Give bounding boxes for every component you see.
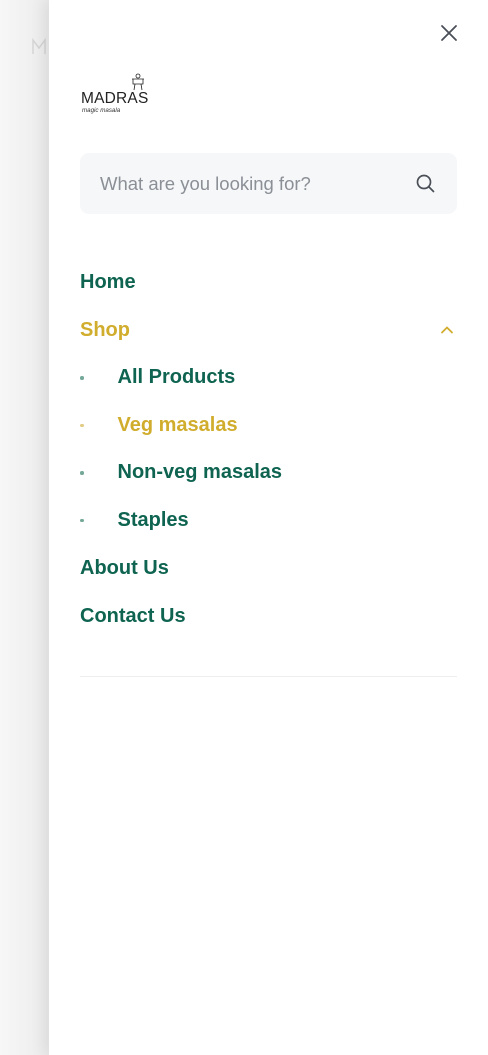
nav-item-contact[interactable]: Contact Us — [80, 592, 457, 640]
submenu-item-non-veg-masalas[interactable]: Non-veg masalas — [80, 449, 457, 497]
nav-item-label: Home — [80, 270, 136, 293]
mobile-menu-drawer: MADRAS magic masala Home Shop All Produc… — [49, 0, 488, 1055]
submenu-item-veg-masalas[interactable]: Veg masalas — [80, 402, 457, 450]
chevron-up-icon[interactable] — [439, 322, 455, 338]
svg-text:magic masala: magic masala — [82, 107, 121, 114]
background-logo — [32, 37, 46, 54]
submenu-item-label: Staples — [117, 508, 189, 531]
nav-item-shop[interactable]: Shop — [80, 306, 457, 354]
search-input[interactable] — [100, 153, 400, 214]
svg-text:MADRAS: MADRAS — [81, 90, 149, 107]
nav-item-label: Shop — [80, 318, 130, 341]
menu-divider — [80, 676, 457, 677]
submenu-item-label: All Products — [117, 366, 236, 389]
search-icon[interactable] — [415, 173, 436, 194]
submenu-item-all-products[interactable]: All Products — [80, 354, 457, 402]
submenu-item-staples[interactable]: Staples — [80, 497, 457, 545]
main-navigation: Home Shop All Products Veg masalas Non-v… — [80, 258, 457, 640]
nav-item-label: About Us — [80, 556, 169, 579]
search-bar — [80, 153, 457, 214]
bullet-dot — [80, 376, 84, 380]
submenu-item-label: Veg masalas — [117, 413, 238, 436]
nav-item-home[interactable]: Home — [80, 258, 457, 306]
close-icon[interactable] — [437, 21, 461, 45]
nav-item-label: Contact Us — [80, 604, 186, 627]
bullet-dot — [80, 471, 84, 475]
page-backdrop[interactable] — [0, 0, 49, 1055]
bullet-dot — [80, 423, 84, 427]
brand-logo[interactable]: MADRAS magic masala — [80, 70, 158, 116]
shop-submenu: All Products Veg masalas Non-veg masalas… — [80, 354, 457, 544]
bullet-dot — [80, 518, 84, 522]
nav-item-about[interactable]: About Us — [80, 544, 457, 592]
submenu-item-label: Non-veg masalas — [117, 461, 283, 484]
